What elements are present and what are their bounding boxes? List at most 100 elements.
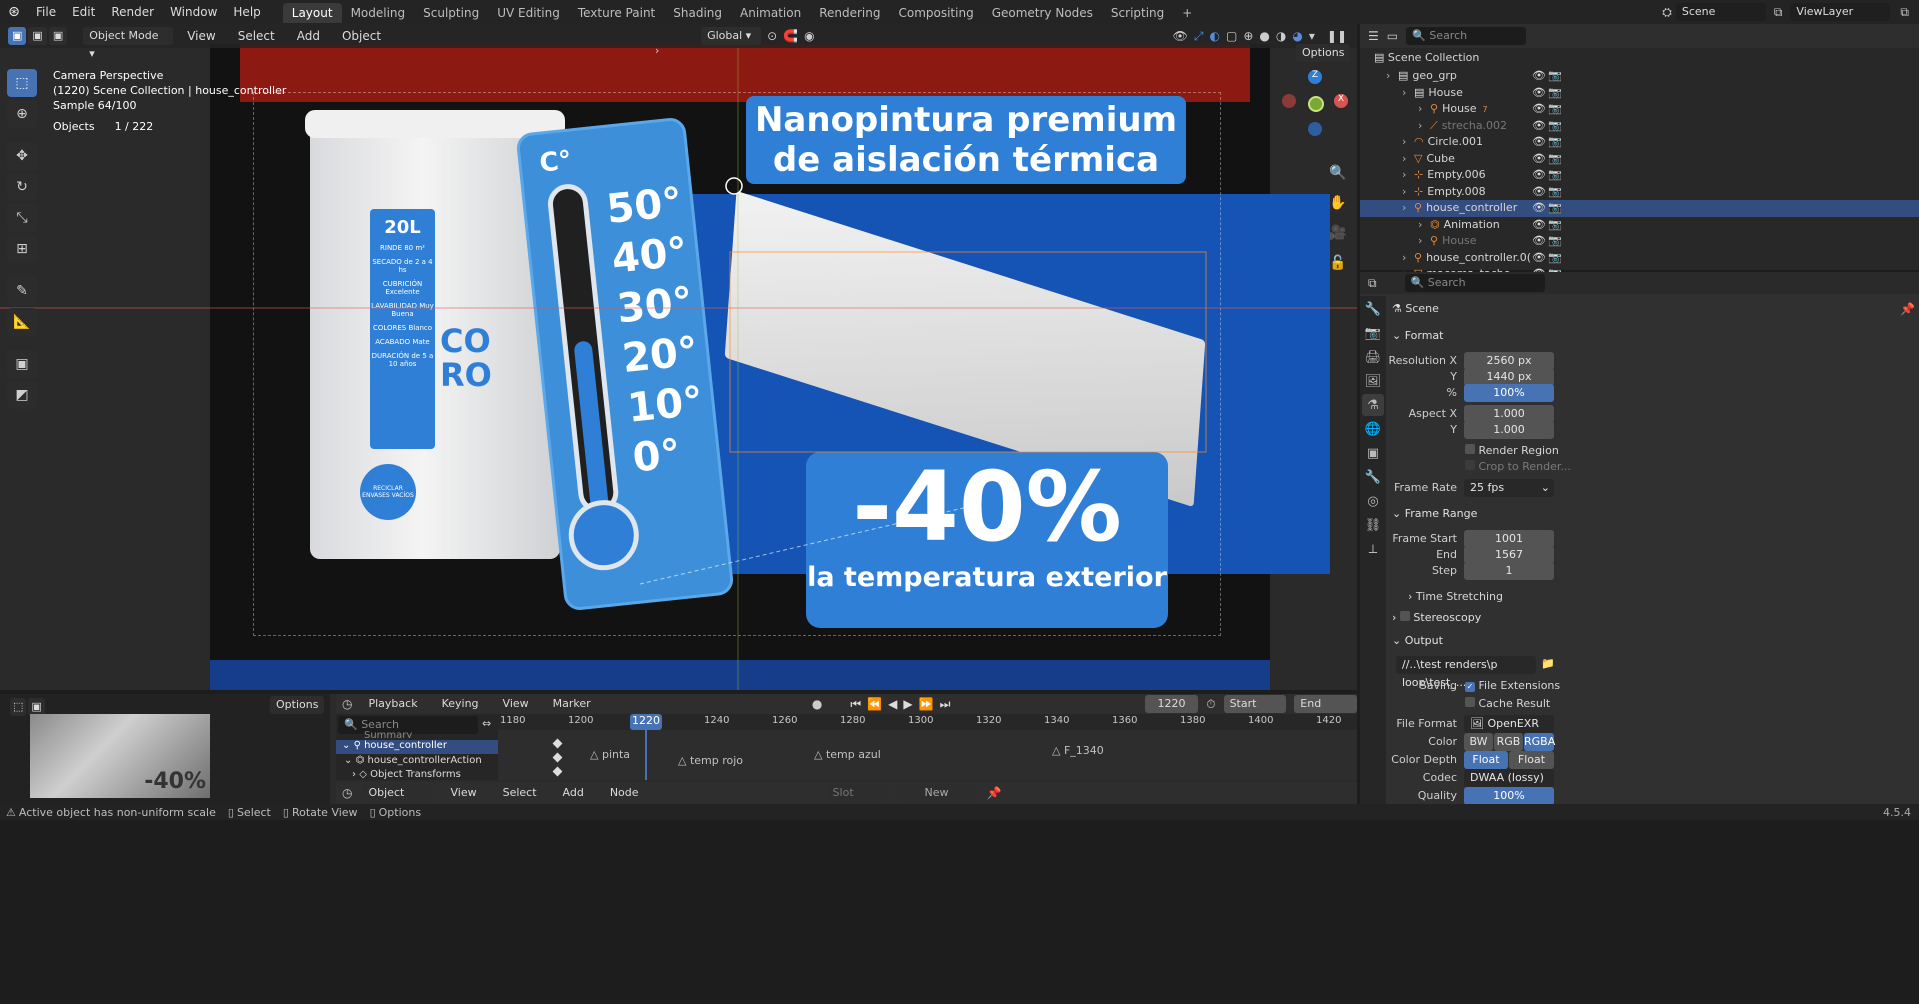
outliner-row-10[interactable]: › ⚲ House 👁 📷 [1360,233,1919,250]
channel-object-transforms[interactable]: › ◇ Object Transforms [352,769,461,780]
visibility-eye-icon[interactable]: 👁 [1532,250,1546,267]
timeline-menu-marker[interactable]: Marker [545,692,599,716]
data-tab-icon[interactable]: ⟂ [1362,538,1384,560]
layers-icon[interactable]: ⧉ [1774,5,1783,20]
pan-hand-icon[interactable]: ✋ [1325,190,1351,216]
play-icon[interactable]: ▶ [903,697,912,712]
output-folder-icon[interactable]: 📁 [1541,657,1555,670]
menu-file[interactable]: File [28,0,64,24]
shading-options-icon[interactable]: ▾ [1309,29,1315,43]
outliner-row-2[interactable]: › ⚲ House 7 👁 📷 [1360,101,1919,118]
expand-chevron-icon[interactable]: › [1402,250,1414,267]
menu-help[interactable]: Help [225,0,268,24]
workspace-tab-rendering[interactable]: Rendering [810,3,889,23]
workspace-tab-layout[interactable]: Layout [282,3,342,23]
cache-result-checkbox[interactable]: Cache Result [1465,697,1550,710]
outliner-row-5[interactable]: › ▽ Cube 👁 📷 [1360,151,1919,168]
timeline-menu-keying[interactable]: Keying [434,692,487,716]
visibility-eye-icon[interactable]: 👁 [1532,134,1546,151]
quality-field[interactable]: 100% [1464,787,1554,805]
timeline-editor-icon[interactable]: ◷ [342,697,352,711]
stereoscopy-check-icon[interactable] [1399,611,1410,621]
render-camera-icon[interactable]: 📷 [1548,101,1562,118]
properties-search[interactable]: 🔍 Search [1404,274,1545,292]
keyframe-diamond[interactable] [552,738,563,749]
transform-orientation-dropdown[interactable]: Global ▾ [701,27,762,45]
move-tool-icon[interactable]: ✥ [7,142,37,170]
object-tab-icon[interactable]: ▣ [1362,442,1384,464]
scale-tool-icon[interactable]: ⤡ [7,204,37,232]
measure-tool-icon[interactable]: 📐 [7,308,37,336]
transform-tool-icon[interactable]: ⊞ [7,235,37,263]
pin-action-icon[interactable]: 📌 [987,786,1002,800]
output-path-field[interactable]: //..\test renders\p loop\test_... [1396,656,1536,689]
overlay-icon[interactable]: ◐ [1210,29,1220,43]
stereoscopy-section-header[interactable]: › Stereoscopy [1392,607,1904,629]
select-extend-icon[interactable]: ▣ [28,27,47,45]
play-reverse-icon[interactable]: ◀ [888,697,897,712]
gizmo-icon[interactable]: ⤢ [1194,29,1204,44]
snap-icon[interactable]: 🧲 [783,29,798,43]
timeline-area[interactable]: 1180 1200 1220 1240 1260 1280 1300 1320 1340 1360… [498,714,1357,780]
expand-chevron-icon[interactable]: › [1402,134,1414,151]
action-editor-icon[interactable]: ◷ [342,786,352,800]
frame-step-field[interactable]: 1 [1464,562,1554,580]
object-mode-dropdown[interactable]: Object Mode ▾ [83,27,174,60]
timeline-marker[interactable]: △ temp azul [814,748,881,761]
outliner-row-9[interactable]: › ⏣ Animation 👁 📷 [1360,217,1919,234]
visibility-eye-icon[interactable]: 👁 [1532,233,1546,250]
workspace-tab-uv-editing[interactable]: UV Editing [488,3,569,23]
viewport-menu-select[interactable]: Select [230,24,283,48]
shading-solid-icon[interactable]: ● [1259,29,1269,43]
aspect-y-field[interactable]: 1.000 [1464,421,1554,439]
file-extensions-checkbox[interactable]: ✓ File Extensions [1465,679,1560,692]
view-layer-selector[interactable]: ViewLayer [1790,3,1891,21]
viewport-options-button[interactable]: Options [1296,44,1351,62]
outliner-row-0[interactable]: › ▤ geo_grp 👁 📷 [1360,68,1919,85]
new-action-button[interactable]: New [896,784,977,802]
render-camera-icon[interactable]: 📷 [1548,151,1562,168]
shading-rendered-icon[interactable]: ◕ [1292,29,1302,43]
shading-material-icon[interactable]: ◑ [1276,29,1286,43]
viewport-menu-add[interactable]: Add [289,24,328,48]
auto-keying-icon[interactable]: ● [812,697,822,711]
workspace-tab-modeling[interactable]: Modeling [342,3,415,23]
outliner-row-3[interactable]: › ⟋ strecha.002 👁 📷 [1360,118,1919,135]
workspace-tab-scripting[interactable]: Scripting [1102,3,1173,23]
playhead-frame[interactable]: 1220 [630,714,662,730]
format-section-header[interactable]: ⌄ Format [1392,325,1904,347]
visibility-eye-icon[interactable]: 👁 [1532,200,1546,217]
output-tab-icon[interactable]: 🖨 [1362,346,1384,368]
modifiers-tab-icon[interactable]: 🔧 [1362,466,1384,488]
slot-dropdown[interactable]: Slot [826,784,887,802]
thumb-select-icon[interactable]: ⬚ [10,698,27,716]
viewport[interactable]: ▣ ▣ ▣ Object Mode ▾ View Select Add Obje… [0,24,1357,690]
menu-window[interactable]: Window [162,0,225,24]
render-camera-icon[interactable]: 📷 [1548,217,1562,234]
workspace-tab-compositing[interactable]: Compositing [889,3,982,23]
start-frame-field[interactable]: Start 1001 [1223,695,1287,728]
lock-camera-icon[interactable]: 🔓 [1325,250,1351,276]
expand-chevron-icon[interactable]: › [1418,217,1430,234]
next-keyframe-icon[interactable]: ⏩ [919,697,934,712]
expand-chevron-icon[interactable]: › [1402,151,1414,168]
outliner-row-7[interactable]: › ⊹ Empty.008 👁 📷 [1360,184,1919,201]
timeline-marker[interactable]: △ temp rojo [678,754,743,767]
physics-tab-icon[interactable]: ◎ [1362,490,1384,512]
viewport-menu-view[interactable]: View [179,24,223,48]
visibility-eye-icon[interactable]: 👁 [1532,217,1546,234]
prev-keyframe-icon[interactable]: ⏪ [867,697,882,712]
scene-tab-icon[interactable]: ⚗ [1362,394,1384,416]
jump-start-icon[interactable]: ⏮ [850,697,861,712]
timeline-menu-playback[interactable]: Playback [360,692,425,716]
expand-chevron-icon[interactable]: › [1402,167,1414,184]
add-cube-tool-icon[interactable]: ▣ [7,350,37,378]
gizmo-z-axis[interactable]: Z [1308,70,1322,84]
menu-render[interactable]: Render [103,0,162,24]
visibility-eye-icon[interactable]: 👁 [1532,85,1546,102]
visibility-eye-icon[interactable]: 👁 [1532,151,1546,168]
keyframe-diamond[interactable] [552,766,563,777]
viewport-menu-object[interactable]: Object [334,24,389,48]
select-tool-icon[interactable]: ⬚ [7,69,37,97]
view-layer-add-icon[interactable]: ⧉ [1900,5,1909,20]
